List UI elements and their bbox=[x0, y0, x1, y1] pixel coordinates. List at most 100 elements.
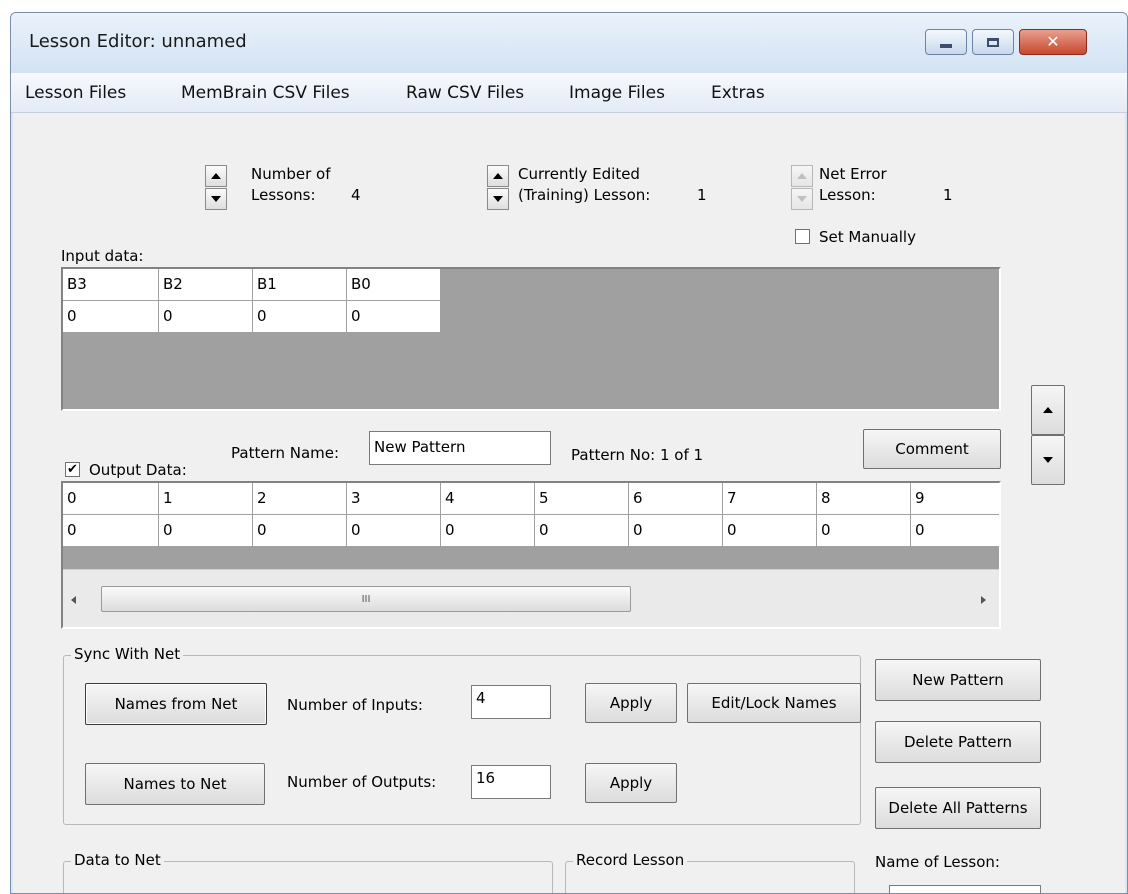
menu-raw-csv-files[interactable]: Raw CSV Files bbox=[406, 83, 524, 103]
number-of-inputs-label: Number of Inputs: bbox=[287, 696, 423, 714]
output-value-cell[interactable]: 0 bbox=[441, 515, 535, 547]
output-header-cell[interactable]: 9 bbox=[911, 483, 999, 515]
up-arrow-icon bbox=[797, 173, 807, 179]
output-header-cell[interactable]: 1 bbox=[159, 483, 253, 515]
new-pattern-button[interactable]: New Pattern bbox=[875, 659, 1041, 701]
input-value-cell[interactable]: 0 bbox=[63, 301, 159, 333]
output-header-cell[interactable]: 5 bbox=[535, 483, 629, 515]
output-header-cell[interactable]: 3 bbox=[347, 483, 441, 515]
number-of-outputs-input[interactable]: 16 bbox=[471, 765, 551, 799]
net-error-up-button[interactable] bbox=[791, 165, 813, 187]
lessons-label-line2: Lessons: bbox=[251, 186, 316, 204]
lesson-editor-window: Lesson Editor: unnamed ✕ Lesson Files Me… bbox=[10, 12, 1128, 894]
name-of-lesson-label: Name of Lesson: bbox=[875, 853, 1000, 871]
down-arrow-icon bbox=[1043, 457, 1053, 463]
output-value-cell[interactable]: 0 bbox=[159, 515, 253, 547]
menu-extras[interactable]: Extras bbox=[711, 83, 765, 103]
scroll-right-arrow[interactable] bbox=[981, 596, 986, 604]
input-header-cell[interactable]: B1 bbox=[253, 269, 347, 301]
set-manually-checkbox[interactable] bbox=[795, 229, 810, 244]
up-arrow-icon bbox=[1043, 407, 1053, 413]
left-arrow-icon bbox=[71, 596, 76, 604]
set-manually-label: Set Manually bbox=[819, 228, 916, 246]
menu-image-files[interactable]: Image Files bbox=[569, 83, 665, 103]
output-data-label: Output Data: bbox=[89, 461, 187, 479]
output-value-cell[interactable]: 0 bbox=[911, 515, 999, 547]
window-title: Lesson Editor: unnamed bbox=[29, 31, 247, 52]
down-arrow-icon bbox=[211, 196, 221, 202]
apply-inputs-button[interactable]: Apply bbox=[585, 683, 677, 723]
data-to-net-legend: Data to Net bbox=[71, 851, 164, 869]
number-of-inputs-input[interactable]: 4 bbox=[471, 685, 551, 719]
output-header-cell[interactable]: 7 bbox=[723, 483, 817, 515]
scroll-patterns-up-button[interactable] bbox=[1031, 385, 1065, 435]
edited-lesson-label-line2: (Training) Lesson: bbox=[518, 186, 651, 204]
input-value-cell[interactable]: 0 bbox=[159, 301, 253, 333]
title-bar[interactable]: Lesson Editor: unnamed ✕ bbox=[11, 13, 1127, 73]
input-value-cell[interactable]: 0 bbox=[347, 301, 441, 333]
edited-lesson-value: 1 bbox=[697, 186, 707, 204]
input-value-cell[interactable]: 0 bbox=[253, 301, 347, 333]
pattern-name-label: Pattern Name: bbox=[231, 444, 340, 462]
net-error-label-line2: Lesson: bbox=[819, 186, 876, 204]
lessons-up-button[interactable] bbox=[205, 165, 227, 187]
sync-with-net-legend: Sync With Net bbox=[71, 645, 184, 663]
scroll-left-arrow[interactable] bbox=[71, 596, 76, 604]
output-value-cell[interactable]: 0 bbox=[347, 515, 441, 547]
lessons-label-line1: Number of bbox=[251, 165, 331, 183]
names-to-net-button[interactable]: Names to Net bbox=[85, 763, 265, 805]
minimize-button[interactable] bbox=[925, 29, 967, 55]
edit-lock-names-button[interactable]: Edit/Lock Names bbox=[687, 683, 861, 723]
close-icon: ✕ bbox=[1046, 32, 1060, 51]
names-from-net-button[interactable]: Names from Net bbox=[85, 683, 267, 725]
maximize-button[interactable] bbox=[972, 29, 1014, 55]
edited-lesson-label-line1: Currently Edited bbox=[518, 165, 640, 183]
maximize-icon bbox=[987, 37, 999, 47]
edited-lesson-up-button[interactable] bbox=[487, 165, 509, 187]
output-horizontal-scrollbar[interactable]: III bbox=[63, 569, 999, 627]
right-arrow-icon bbox=[981, 596, 986, 604]
pattern-number-text: Pattern No: 1 of 1 bbox=[571, 446, 704, 464]
comment-button[interactable]: Comment bbox=[863, 429, 1001, 469]
down-arrow-icon bbox=[493, 196, 503, 202]
delete-all-patterns-button[interactable]: Delete All Patterns bbox=[875, 787, 1041, 829]
lessons-down-button[interactable] bbox=[205, 188, 227, 210]
net-error-lesson-value: 1 bbox=[943, 186, 953, 204]
output-value-cell[interactable]: 0 bbox=[253, 515, 347, 547]
up-arrow-icon bbox=[211, 173, 221, 179]
output-value-cell[interactable]: 0 bbox=[629, 515, 723, 547]
output-header-cell[interactable]: 0 bbox=[63, 483, 159, 515]
lessons-count-value: 4 bbox=[351, 186, 361, 204]
output-value-cell[interactable]: 0 bbox=[535, 515, 629, 547]
input-data-label: Input data: bbox=[61, 247, 144, 265]
input-header-cell[interactable]: B3 bbox=[63, 269, 159, 301]
up-arrow-icon bbox=[493, 173, 503, 179]
apply-outputs-button[interactable]: Apply bbox=[585, 763, 677, 803]
name-of-lesson-input[interactable] bbox=[889, 885, 1041, 893]
input-data-grid[interactable]: B3 B2 B1 B0 0 0 0 0 bbox=[61, 267, 1001, 411]
menu-bar: Lesson Files MemBrain CSV Files Raw CSV … bbox=[11, 73, 1127, 113]
record-lesson-legend: Record Lesson bbox=[573, 851, 688, 869]
close-button[interactable]: ✕ bbox=[1019, 29, 1087, 55]
output-data-checkbox[interactable]: ✔ bbox=[65, 462, 80, 477]
output-value-cell[interactable]: 0 bbox=[817, 515, 911, 547]
output-header-cell[interactable]: 2 bbox=[253, 483, 347, 515]
pattern-name-input[interactable]: New Pattern bbox=[369, 431, 551, 465]
down-arrow-icon bbox=[797, 196, 807, 202]
input-header-cell[interactable]: B2 bbox=[159, 269, 253, 301]
menu-lesson-files[interactable]: Lesson Files bbox=[25, 83, 126, 103]
minimize-icon bbox=[940, 44, 952, 48]
output-value-cell[interactable]: 0 bbox=[723, 515, 817, 547]
net-error-down-button[interactable] bbox=[791, 188, 813, 210]
output-data-grid[interactable]: 0 1 2 3 4 5 6 7 8 9 0 0 0 0 0 0 0 0 0 0 … bbox=[61, 481, 1001, 629]
input-header-cell[interactable]: B0 bbox=[347, 269, 441, 301]
menu-membrain-csv-files[interactable]: MemBrain CSV Files bbox=[181, 83, 350, 103]
output-header-cell[interactable]: 4 bbox=[441, 483, 535, 515]
scroll-patterns-down-button[interactable] bbox=[1031, 435, 1065, 485]
delete-pattern-button[interactable]: Delete Pattern bbox=[875, 721, 1041, 763]
output-header-cell[interactable]: 6 bbox=[629, 483, 723, 515]
output-value-cell[interactable]: 0 bbox=[63, 515, 159, 547]
scroll-thumb[interactable]: III bbox=[101, 586, 631, 612]
output-header-cell[interactable]: 8 bbox=[817, 483, 911, 515]
edited-lesson-down-button[interactable] bbox=[487, 188, 509, 210]
